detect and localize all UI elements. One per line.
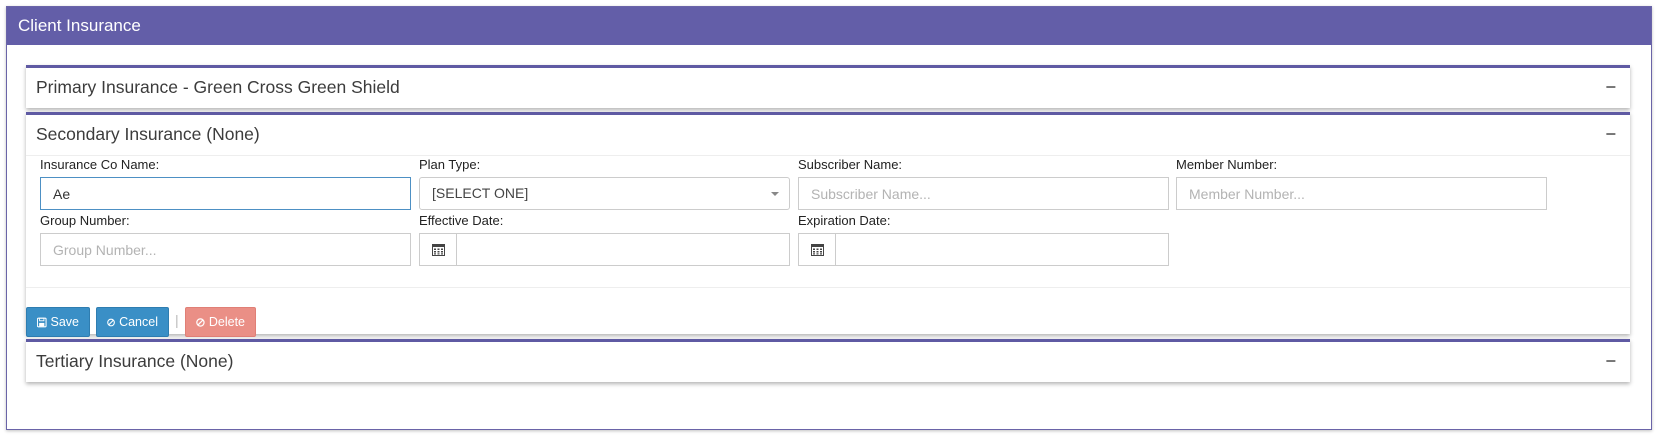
action-separator: |	[175, 312, 179, 328]
plan-type-label: Plan Type:	[419, 157, 481, 172]
member-number-label: Member Number:	[1176, 157, 1278, 172]
member-number-input[interactable]	[1176, 177, 1547, 210]
effective-date-picker	[419, 233, 790, 266]
group-number-group: Group Number:	[40, 213, 411, 266]
client-insurance-window: Client Insurance Primary Insurance - Gre…	[6, 6, 1652, 430]
plan-type-select[interactable]: [SELECT ONE]	[419, 177, 790, 210]
insurance-co-name-input[interactable]	[40, 177, 411, 210]
plan-type-value: [SELECT ONE]	[432, 185, 529, 201]
floppy-disk-icon	[37, 317, 47, 327]
primary-insurance-title: Primary Insurance - Green Cross Green Sh…	[36, 77, 400, 97]
secondary-insurance-panel: Secondary Insurance (None) − Insurance C…	[26, 112, 1630, 337]
calendar-icon[interactable]	[420, 234, 457, 265]
member-number-group: Member Number:	[1176, 157, 1547, 210]
delete-button[interactable]: Delete	[185, 307, 256, 337]
chevron-down-icon	[771, 192, 779, 196]
tertiary-insurance-title: Tertiary Insurance (None)	[36, 351, 234, 371]
subscriber-name-label: Subscriber Name:	[798, 157, 903, 172]
group-number-input[interactable]	[40, 233, 411, 266]
effective-date-label: Effective Date:	[419, 213, 504, 228]
insurance-co-name-group: Insurance Co Name:	[40, 157, 411, 210]
subscriber-name-input[interactable]	[798, 177, 1169, 210]
tertiary-insurance-panel: Tertiary Insurance (None) −	[26, 339, 1630, 382]
plan-type-group: Plan Type: [SELECT ONE]	[419, 157, 790, 210]
tertiary-insurance-header[interactable]: Tertiary Insurance (None) −	[26, 342, 1630, 382]
secondary-collapse-icon[interactable]: −	[1605, 115, 1616, 153]
expiration-date-picker	[798, 233, 1169, 266]
ban-icon	[196, 317, 205, 327]
group-number-label: Group Number:	[40, 213, 130, 228]
primary-collapse-icon[interactable]: −	[1605, 68, 1616, 106]
subscriber-name-group: Subscriber Name:	[798, 157, 1169, 210]
secondary-insurance-header[interactable]: Secondary Insurance (None) −	[26, 115, 1630, 155]
expiration-date-input[interactable]	[836, 234, 1168, 265]
insurance-co-name-label: Insurance Co Name:	[40, 157, 160, 172]
effective-date-input[interactable]	[457, 234, 789, 265]
calendar-icon[interactable]	[799, 234, 836, 265]
secondary-insurance-form: Insurance Co Name: Plan Type: [SELECT ON…	[26, 155, 1630, 337]
delete-label: Delete	[208, 315, 245, 329]
primary-insurance-panel: Primary Insurance - Green Cross Green Sh…	[26, 65, 1630, 108]
primary-insurance-header[interactable]: Primary Insurance - Green Cross Green Sh…	[26, 68, 1630, 108]
ban-icon	[107, 318, 115, 326]
cancel-label: Cancel	[119, 315, 158, 329]
effective-date-group: Effective Date:	[419, 213, 790, 266]
expiration-date-label: Expiration Date:	[798, 213, 891, 228]
window-title: Client Insurance	[7, 7, 1651, 45]
save-label: Save	[50, 315, 80, 329]
save-button[interactable]: Save	[26, 307, 90, 337]
form-actions: Save Cancel | Delete	[26, 287, 1630, 337]
tertiary-collapse-icon[interactable]: −	[1605, 342, 1616, 380]
expiration-date-group: Expiration Date:	[798, 213, 1169, 266]
cancel-button[interactable]: Cancel	[96, 307, 169, 337]
secondary-insurance-title: Secondary Insurance (None)	[36, 124, 260, 144]
